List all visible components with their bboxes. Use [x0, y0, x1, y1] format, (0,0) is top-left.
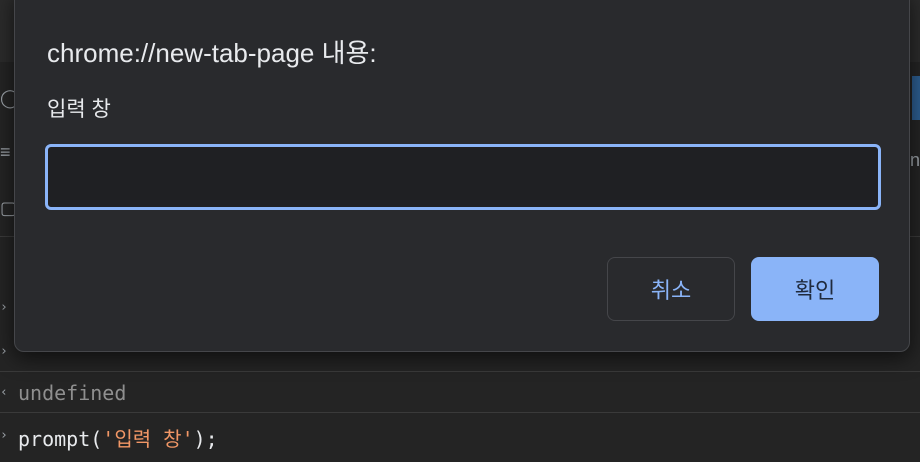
console-output-value: undefined — [18, 381, 127, 405]
expand-chevron-icon[interactable]: › — [0, 344, 8, 359]
ok-button[interactable]: 확인 — [751, 257, 879, 321]
console-input-line[interactable]: prompt('입력 창'); — [18, 423, 218, 452]
dialog-title: chrome://new-tab-page 내용: — [47, 38, 377, 68]
expand-chevron-icon[interactable]: › — [0, 300, 8, 315]
console-code: prompt( — [18, 427, 103, 451]
dialog-message: 입력 창 — [47, 98, 111, 121]
console-divider — [0, 412, 920, 413]
console-code-suffix: ); — [193, 427, 218, 451]
settings-tab-edge[interactable] — [912, 76, 920, 120]
prompt-input[interactable] — [45, 144, 881, 210]
filter-icon[interactable]: ≡ — [0, 142, 11, 163]
scroll-edge-icon: n — [909, 150, 920, 170]
console-string-literal: '입력 창' — [102, 427, 194, 451]
cancel-button[interactable]: 취소 — [607, 257, 735, 321]
console-divider — [0, 371, 920, 372]
result-arrow-icon: ‹ — [0, 385, 8, 400]
prompt-chevron-icon: › — [0, 428, 8, 443]
prompt-dialog: chrome://new-tab-page 내용: 입력 창 취소 확인 — [14, 0, 910, 352]
